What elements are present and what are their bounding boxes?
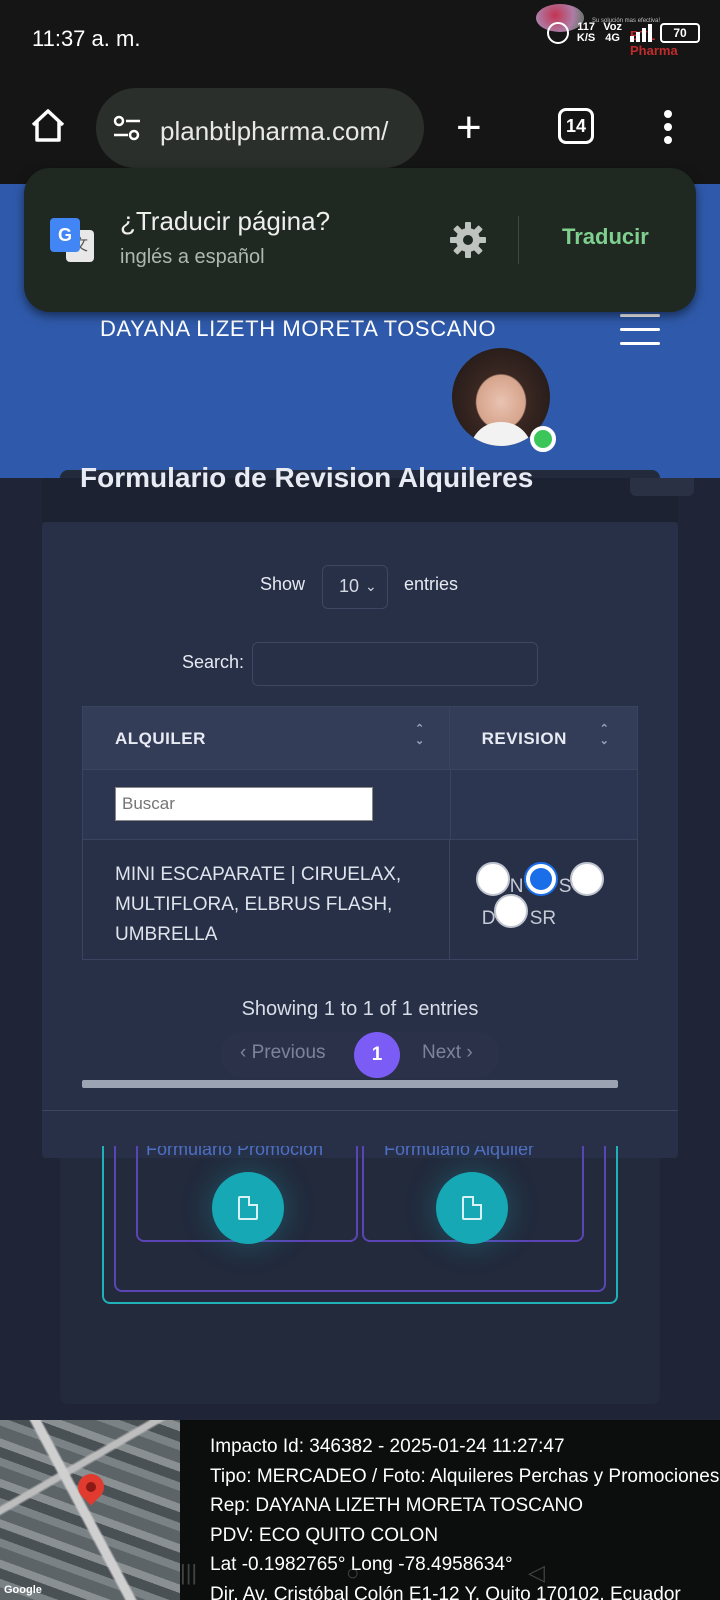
translate-popup: 文 G ¿Traducir página? inglés a español T… — [24, 168, 696, 312]
pagination: ‹ Previous 1 Next › — [220, 1032, 500, 1078]
search-input[interactable] — [252, 642, 538, 686]
hamburger-menu-icon[interactable] — [620, 314, 660, 356]
sort-icon[interactable]: ⌃ ⌄ — [600, 723, 610, 747]
data-table: ALQUILER ⌃⌄ REVISION ⌃⌄ MINI ESCAPARATE … — [82, 706, 638, 960]
address-bar[interactable]: planbtlpharma.com/ — [96, 88, 424, 168]
network-type: 4G — [605, 32, 620, 44]
table-header: ALQUILER ⌃ ⌄ REVISION ⌃ ⌄ — [83, 707, 637, 769]
geotag-coords-line: Lat -0.1982765° Long -78.4958634° — [210, 1554, 513, 1575]
translate-title: ¿Traducir página? — [120, 206, 331, 236]
table-info: Showing 1 to 1 of 1 entries — [241, 998, 479, 1020]
home-icon[interactable] — [28, 106, 68, 146]
site-settings-icon[interactable] — [112, 114, 142, 142]
next-label: Next — [422, 1042, 462, 1063]
entries-select-value: 10 — [339, 576, 360, 596]
gear-icon[interactable] — [448, 220, 488, 260]
geotag-address-line: Dir. Av. Cristóbal Colón E1-12 Y, Quito … — [210, 1583, 681, 1600]
radio-label-sr: SR — [529, 908, 557, 929]
column-filter-row — [83, 769, 637, 839]
map-thumbnail: Google — [0, 1420, 180, 1600]
panel-footer-divider — [42, 1110, 678, 1111]
map-pin-icon — [72, 1468, 110, 1506]
nav-back-icon[interactable]: ◁ — [528, 1560, 545, 1586]
alquiler-cell: MINI ESCAPARATE | CIRUELAX, MULTIFLORA, … — [83, 840, 450, 959]
page-title: Formulario de Revision Alquileres — [80, 462, 534, 492]
page-1-button[interactable]: 1 — [354, 1032, 400, 1078]
radio-s[interactable] — [523, 862, 558, 896]
radio-sr[interactable] — [493, 894, 528, 928]
revision-cell: N S D SR — [450, 840, 637, 959]
translate-subtitle: inglés a español — [120, 246, 265, 268]
geotag-overlay: Google Impacto Id: 346382 - 2025-01-24 1… — [0, 1420, 720, 1600]
radio-d[interactable] — [569, 862, 604, 896]
translate-divider — [518, 216, 519, 264]
status-bar: 11:37 a. m. Su solución mas efectiva! BT… — [0, 0, 720, 80]
column-header-label: ALQUILER — [115, 729, 206, 748]
signal-icon — [630, 24, 652, 42]
column-header-revision[interactable]: REVISION ⌃ ⌄ — [450, 707, 637, 769]
entries-label: entries — [404, 574, 459, 594]
column-header-label: REVISION — [481, 729, 567, 748]
column-header-alquiler[interactable]: ALQUILER ⌃ ⌄ — [83, 707, 450, 769]
voz-4g-label: Voz 4G — [603, 22, 622, 44]
modal-close-button[interactable] — [630, 478, 694, 496]
chevron-down-icon: ⌄ — [365, 578, 377, 594]
geotag-pdv-line: PDV: ECO QUITO COLON — [210, 1524, 439, 1546]
status-time: 11:37 a. m. — [32, 26, 141, 51]
geotag-impact-line: Impacto Id: 346382 - 2025-01-24 11:27:47 — [210, 1436, 565, 1457]
show-label: Show — [260, 574, 306, 594]
browser-menu-icon[interactable] — [664, 110, 672, 149]
tile-label-alquiler: Formulario Alquiler — [384, 1146, 535, 1159]
horizontal-scrollbar[interactable] — [82, 1080, 618, 1088]
formulario-alquiler-button[interactable] — [436, 1172, 508, 1244]
next-button[interactable]: Next › — [422, 1042, 473, 1064]
translate-button[interactable]: Traducir — [562, 224, 649, 250]
document-icon — [462, 1196, 482, 1220]
network-rate: 117 K/S — [577, 22, 595, 44]
radio-n[interactable] — [475, 862, 510, 896]
status-icons: 117 K/S Voz 4G 70 — [546, 22, 700, 44]
table-row: MINI ESCAPARATE | CIRUELAX, MULTIFLORA, … — [83, 839, 637, 959]
geotag-rep-line: Rep: DAYANA LIZETH MORETA TOSCANO — [210, 1495, 584, 1516]
online-status-icon — [530, 426, 556, 452]
previous-label: Previous — [251, 1042, 326, 1063]
tile-label-promocion: Formulario Promocion — [146, 1146, 324, 1159]
tab-switcher-button[interactable]: 14 — [558, 108, 594, 144]
network-rate-unit: K/S — [576, 32, 596, 44]
formulario-promocion-button[interactable] — [212, 1172, 284, 1244]
alarm-icon — [546, 22, 569, 44]
alquiler-filter-input[interactable] — [115, 787, 373, 821]
previous-button[interactable]: ‹ Previous — [240, 1042, 326, 1064]
entries-select[interactable]: 10 ⌄ — [322, 565, 388, 609]
geotag-type-line: Tipo: MERCADEO / Foto: Alquileres Percha… — [210, 1465, 720, 1487]
user-name: DAYANA LIZETH MORETA TOSCANO — [100, 316, 497, 341]
sort-icon[interactable]: ⌃ ⌄ — [415, 723, 425, 747]
new-tab-icon[interactable]: + — [456, 106, 482, 150]
search-label: Search: — [182, 652, 245, 672]
nav-home-icon[interactable]: ○ — [346, 1560, 359, 1586]
battery-icon: 70 — [660, 23, 700, 43]
url-text[interactable]: planbtlpharma.com/ — [160, 116, 388, 147]
geotag-text: Impacto Id: 346382 - 2025-01-24 11:27:47… — [210, 1432, 719, 1600]
map-credit: Google — [4, 1584, 42, 1596]
nav-recents-icon[interactable]: ||| — [180, 1560, 197, 1586]
document-icon — [238, 1196, 258, 1220]
filter-cell — [83, 770, 451, 839]
google-translate-icon: 文 G — [50, 218, 94, 262]
